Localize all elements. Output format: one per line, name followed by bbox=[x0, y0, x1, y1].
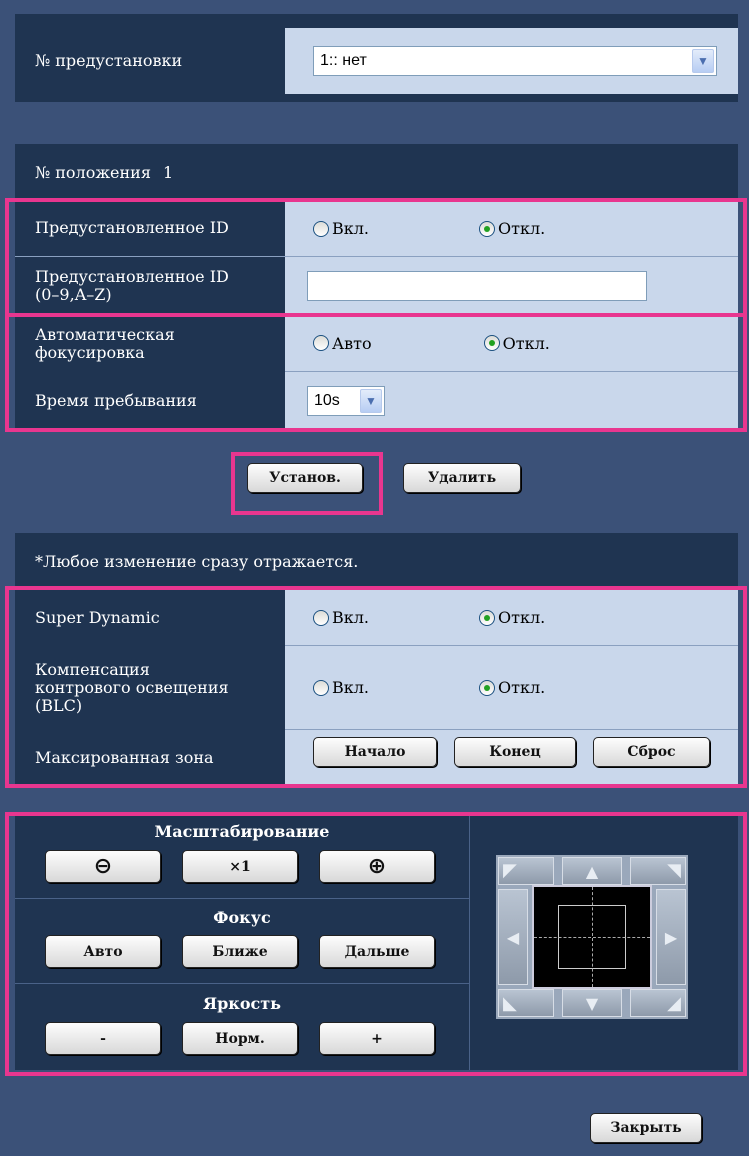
preset-select-value: 1:: нет bbox=[320, 52, 367, 69]
highlight-box bbox=[5, 198, 747, 317]
close-button[interactable]: Закрыть bbox=[590, 1113, 702, 1143]
preset-select[interactable]: 1:: нет ▼ bbox=[313, 46, 717, 76]
highlight-box bbox=[5, 586, 747, 788]
delete-button[interactable]: Удалить bbox=[403, 463, 521, 493]
preset-panel: № предустановки 1:: нет ▼ bbox=[15, 14, 738, 102]
position-label: № положения bbox=[35, 162, 151, 182]
preset-label: № предустановки bbox=[35, 51, 183, 70]
position-number: 1 bbox=[162, 162, 174, 182]
highlight-box bbox=[5, 313, 747, 432]
set-button[interactable]: Установ. bbox=[247, 463, 363, 493]
highlight-box bbox=[5, 812, 747, 1076]
chevron-down-icon: ▼ bbox=[692, 49, 714, 73]
notice-text: *Любое изменение сразу отражается. bbox=[35, 552, 359, 571]
